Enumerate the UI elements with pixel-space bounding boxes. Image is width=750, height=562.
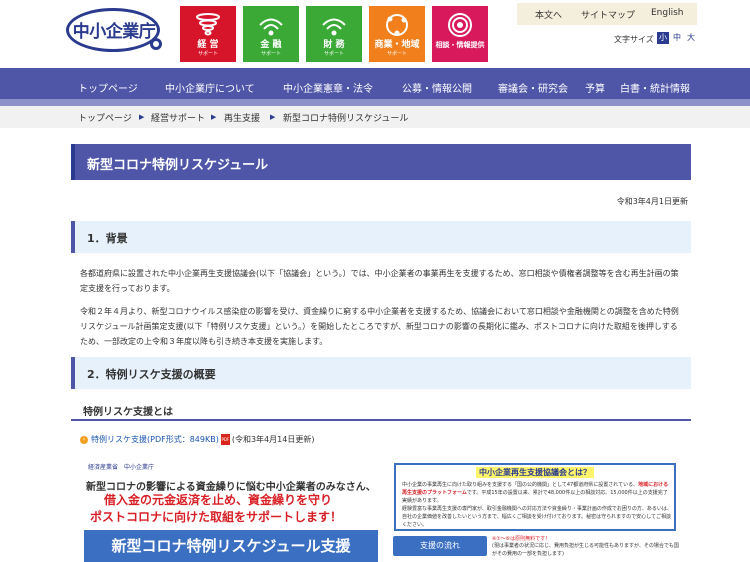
pdf-update-date: (令和3年4月14日更新) — [231, 435, 315, 444]
font-size-label: 文字サイズ — [614, 35, 654, 44]
nav-item-councils[interactable]: 審議会・研究会 — [498, 80, 568, 95]
agency-logo[interactable]: 中小企業庁 — [66, 8, 164, 56]
utility-links: 本文へ サイトマップ English — [517, 3, 697, 25]
subheading-special-reschedule: 特例リスケ支援とは — [71, 399, 691, 421]
background-paragraph-1: 各都道府県に設置された中小企業再生支援協議会(以下「協議会」という。）では、中小… — [80, 269, 679, 293]
sitemap-link[interactable]: サイトマップ — [581, 8, 635, 21]
council-body-part-3: 経験豊富な事業再生支援の専門家が、取引金融機関への対応方法や資金繰り・事業計画の… — [402, 506, 672, 528]
tile-commerce-region-support[interactable]: 商業・地域 サポート — [369, 6, 425, 62]
breadcrumb-revitalization[interactable]: 再生支援 — [224, 111, 260, 124]
breadcrumb-current: 新型コロナ特例リスケジュール — [283, 114, 409, 124]
tile-subtitle: サポート — [260, 51, 281, 57]
pdf-icon: PDF — [220, 434, 230, 445]
nav-item-about[interactable]: 中小企業庁について — [165, 80, 255, 95]
spiral-icon — [448, 13, 472, 37]
breadcrumb-top[interactable]: トップページ — [78, 111, 132, 124]
signal-waves-icon — [259, 18, 283, 36]
logo-dot — [150, 38, 162, 50]
page-title-bar: 新型コロナ特例リスケジュール — [71, 144, 691, 180]
skip-to-content-link[interactable]: 本文へ — [535, 8, 562, 21]
tile-management-support[interactable]: 経 営 サポート — [180, 6, 236, 62]
flyer-image: 経済産業省 中小企業庁 新型コロナの影響による資金繰りに悩む中小企業者のみなさん… — [80, 458, 685, 562]
nav-item-public-info[interactable]: 公募・情報公開 — [402, 80, 472, 95]
font-size-medium-button[interactable]: 中 — [671, 32, 683, 44]
nav-item-budget[interactable]: 予算 — [585, 80, 605, 95]
tornado-icon — [196, 13, 220, 36]
nav-underline — [0, 99, 750, 106]
tile-title: 相談・情報提供 — [435, 41, 485, 49]
tile-subtitle: サポート — [323, 51, 344, 57]
breadcrumb-arrow-icon: ▶ — [270, 113, 276, 121]
page-title: 新型コロナ特例リスケジュール — [87, 158, 269, 173]
link-arrow-icon: › — [80, 435, 88, 444]
font-size-small-button[interactable]: 小 — [657, 32, 669, 44]
updated-date: 令和3年4月1日更新 — [616, 197, 688, 206]
section-heading-background: 1．背景 — [71, 221, 691, 253]
flow-cost-note: (現は事業者の状況に応じ、費用負担が生じる可能性もありますが、その場合でも国がそ… — [492, 543, 679, 557]
nav-item-top[interactable]: トップページ — [78, 80, 138, 95]
pdf-download-link[interactable]: 特例リスケ支援(PDF形式：849KB) — [91, 435, 219, 444]
council-title: 中小企業再生支援協議会とは？ — [476, 467, 594, 478]
english-link[interactable]: English — [651, 8, 684, 18]
logo-text: 中小企業庁 — [72, 22, 156, 42]
council-body: 中小企業の事業再生に向けた取り組みを支援する「国の公的機関」として47都道府県に… — [402, 481, 672, 529]
tile-tax-support[interactable]: 財 務 サポート — [306, 6, 362, 62]
tile-finance-support[interactable]: 金 融 サポート — [243, 6, 299, 62]
section-heading-text: 1．背景 — [87, 232, 128, 245]
tile-subtitle: サポート — [197, 51, 218, 57]
orbit-icon — [386, 14, 408, 36]
background-paragraph-2: 令和２年４月より、新型コロナウイルス感染症の影響を受け、資金繰りに窮する中小企業… — [80, 307, 679, 346]
tile-title: 財 務 — [323, 40, 345, 50]
tile-subtitle: サポート — [386, 51, 407, 57]
nav-item-charter-laws[interactable]: 中小企業憲章・法令 — [283, 80, 373, 95]
signal-waves-icon — [322, 18, 346, 36]
support-flow-label: 支援の流れ — [393, 536, 487, 556]
section-heading-text: 2．特例リスケ支援の概要 — [87, 368, 216, 381]
tile-title: 金 融 — [260, 40, 282, 50]
section-heading-overview: 2．特例リスケ支援の概要 — [71, 357, 691, 389]
subheading-text: 特例リスケ支援とは — [83, 407, 173, 418]
flyer-logos: 経済産業省 中小企業庁 — [88, 464, 155, 471]
council-info-box: 中小企業再生支援協議会とは？ 中小企業の事業再生に向けた取り組みを支援する「国の… — [394, 463, 676, 531]
flyer-banner: 新型コロナ特例リスケジュール支援 — [84, 530, 378, 562]
breadcrumb-management-support[interactable]: 経営サポート — [151, 111, 205, 124]
tile-title: 商業・地域 — [374, 40, 420, 50]
flyer-headline-2: 借入金の元金返済を止め、資金繰りを守り — [104, 493, 333, 507]
breadcrumb-arrow-icon: ▶ — [139, 113, 145, 121]
tile-consultation-info[interactable]: 相談・情報提供 — [432, 6, 488, 62]
nav-item-whitepaper-stats[interactable]: 白書・統計情報 — [620, 80, 690, 95]
site-header: 中小企業庁 経 営 サポート 金 融 サポート 財 務 サポート 商業・地域 サ… — [0, 0, 750, 68]
breadcrumb-arrow-icon: ▶ — [211, 113, 217, 121]
flyer-headline-3: ポストコロナに向けた取組をサポートします！ — [90, 510, 343, 524]
tile-title: 経 営 — [197, 40, 219, 50]
breadcrumb: トップページ ▶ 経営サポート ▶ 再生支援 ▶ 新型コロナ特例リスケジュール — [0, 106, 750, 128]
font-size-large-button[interactable]: 大 — [685, 32, 697, 44]
pdf-download-line: › 特例リスケ支援(PDF形式：849KB) PDF (令和3年4月14日更新) — [80, 434, 314, 445]
council-body-part-1: 中小企業の事業再生に向けた取り組みを支援する「国の公的機関」として47都道府県に… — [402, 482, 639, 488]
